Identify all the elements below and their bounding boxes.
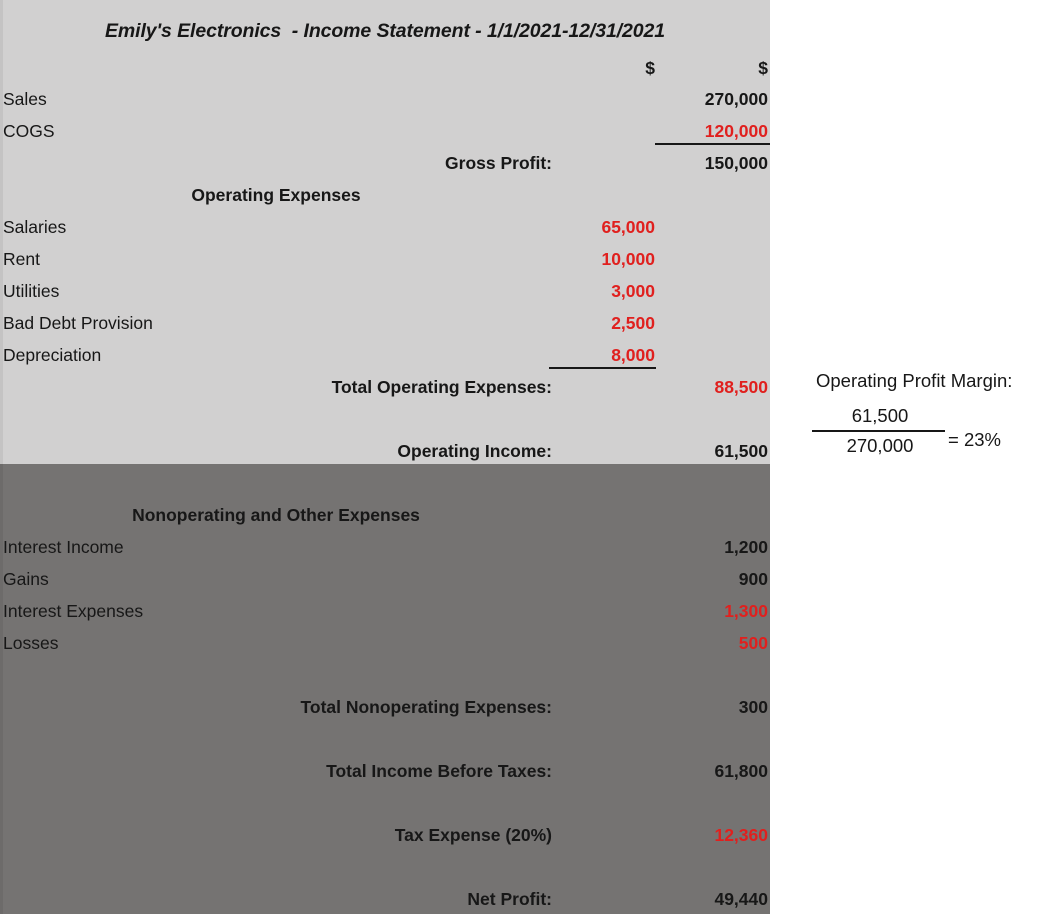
table-row-income-before-taxes: Total Income Before Taxes: 61,800 bbox=[0, 758, 770, 784]
row-value: 1,300 bbox=[724, 601, 768, 621]
table-row-rent: Rent 10,000 bbox=[0, 246, 770, 272]
row-value: 49,440 bbox=[714, 889, 768, 909]
row-value: 500 bbox=[738, 633, 768, 653]
row-value: 120,000 bbox=[704, 121, 768, 141]
row-value: 300 bbox=[738, 697, 768, 717]
income-statement-panel: Emily's Electronics - Income Statement -… bbox=[0, 0, 770, 914]
table-row-interest-expenses: Interest Expenses 1,300 bbox=[0, 598, 770, 624]
row-label: COGS bbox=[3, 121, 55, 141]
currency-symbol-col2: $ bbox=[758, 58, 768, 78]
table-row-total-nonoperating-expenses: Total Nonoperating Expenses: 300 bbox=[0, 694, 770, 720]
row-label: Net Profit: bbox=[467, 889, 552, 909]
table-row-losses: Losses 500 bbox=[0, 630, 770, 656]
row-value: 10,000 bbox=[601, 249, 655, 269]
row-value: 1,200 bbox=[724, 537, 768, 557]
row-value: 270,000 bbox=[704, 89, 768, 109]
fraction-denominator: 270,000 bbox=[846, 435, 914, 456]
row-label: Depreciation bbox=[3, 345, 102, 365]
table-row-total-operating-expenses: Total Operating Expenses: 88,500 bbox=[0, 374, 770, 400]
table-row-bad-debt-provision: Bad Debt Provision 2,500 bbox=[0, 310, 770, 336]
row-label: Bad Debt Provision bbox=[3, 313, 153, 333]
table-row-tax-expense: Tax Expense (20%) 12,360 bbox=[0, 822, 770, 848]
table-row-net-profit: Net Profit: 49,440 bbox=[0, 886, 770, 912]
row-label: Interest Income bbox=[3, 537, 124, 557]
row-value: 61,500 bbox=[714, 441, 768, 461]
row-value: 65,000 bbox=[601, 217, 655, 237]
currency-header-row: $ $ bbox=[0, 55, 770, 81]
row-value: 12,360 bbox=[714, 825, 768, 845]
nonoperating-heading-row: Nonoperating and Other Expenses bbox=[0, 502, 770, 528]
row-label: Salaries bbox=[3, 217, 67, 237]
subtotal-rule-cogs bbox=[655, 143, 770, 145]
section-heading: Nonoperating and Other Expenses bbox=[132, 505, 420, 525]
row-label: Rent bbox=[3, 249, 40, 269]
row-label: Losses bbox=[3, 633, 59, 653]
row-label: Gross Profit: bbox=[445, 153, 552, 173]
table-row-salaries: Salaries 65,000 bbox=[0, 214, 770, 240]
subtotal-rule-depreciation bbox=[549, 367, 656, 369]
row-label: Interest Expenses bbox=[3, 601, 144, 621]
row-value: 8,000 bbox=[611, 345, 655, 365]
table-row-operating-income: Operating Income: 61,500 bbox=[0, 438, 770, 464]
row-label: Operating Income: bbox=[397, 441, 552, 461]
row-label: Total Income Before Taxes: bbox=[326, 761, 552, 781]
row-label: Total Operating Expenses: bbox=[331, 377, 552, 397]
page-title: Emily's Electronics - Income Statement -… bbox=[105, 20, 665, 42]
row-value: 150,000 bbox=[704, 153, 768, 173]
margin-fraction: 61,500 270,000 bbox=[812, 403, 948, 459]
operating-expenses-heading-row: Operating Expenses bbox=[0, 182, 770, 208]
section-heading: Operating Expenses bbox=[191, 185, 361, 205]
row-label: Utilities bbox=[3, 281, 60, 301]
row-label: Tax Expense (20%) bbox=[394, 825, 552, 845]
row-label: Total Nonoperating Expenses: bbox=[300, 697, 552, 717]
margin-callout-title: Operating Profit Margin: bbox=[816, 370, 1013, 391]
row-value: 88,500 bbox=[714, 377, 768, 397]
row-value: 900 bbox=[738, 569, 768, 589]
table-row-gains: Gains 900 bbox=[0, 566, 770, 592]
table-row-interest-income: Interest Income 1,200 bbox=[0, 534, 770, 560]
row-label: Gains bbox=[3, 569, 49, 589]
table-row-cogs: COGS 120,000 bbox=[0, 118, 770, 144]
row-label: Sales bbox=[3, 89, 47, 109]
table-row-utilities: Utilities 3,000 bbox=[0, 278, 770, 304]
table-row-gross-profit: Gross Profit: 150,000 bbox=[0, 150, 770, 176]
row-value: 2,500 bbox=[611, 313, 655, 333]
fraction-numerator: 61,500 bbox=[851, 405, 909, 426]
table-row-sales: Sales 270,000 bbox=[0, 86, 770, 112]
fraction-bar bbox=[812, 430, 945, 432]
row-value: 3,000 bbox=[611, 281, 655, 301]
margin-result: = 23% bbox=[948, 429, 1001, 450]
row-value: 61,800 bbox=[714, 761, 768, 781]
table-row-depreciation: Depreciation 8,000 bbox=[0, 342, 770, 368]
